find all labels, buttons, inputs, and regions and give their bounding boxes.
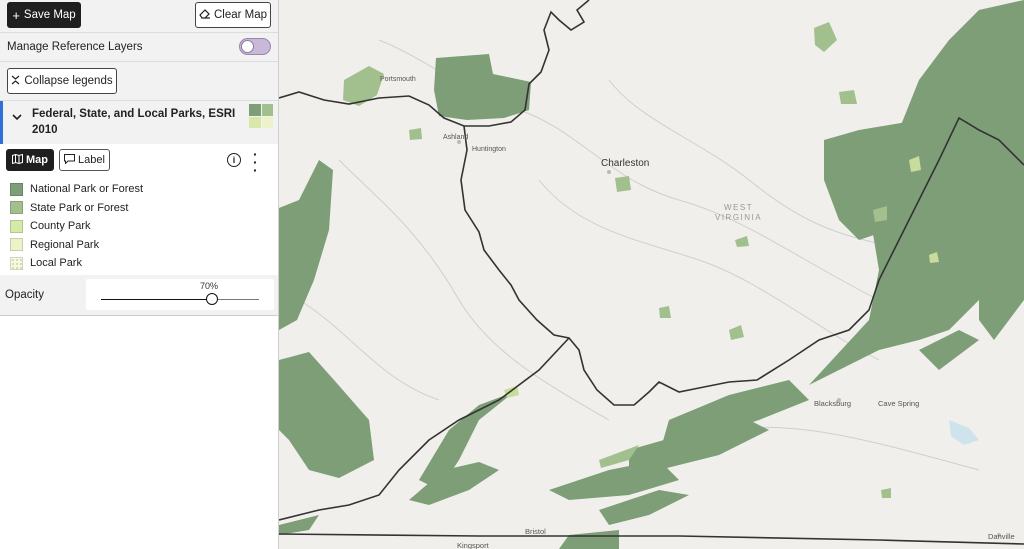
- save-map-button[interactable]: + Save Map: [7, 2, 81, 28]
- map-icon: [12, 153, 23, 167]
- reference-layers-toggle[interactable]: [239, 38, 271, 55]
- opacity-slider-box: 70%: [86, 278, 274, 310]
- tab-map[interactable]: Map: [6, 149, 54, 171]
- toggle-knob: [241, 40, 254, 53]
- opacity-value: 70%: [200, 280, 219, 291]
- legend: National Park or Forest State Park or Fo…: [0, 175, 278, 275]
- map-label-charleston: Charleston: [601, 158, 650, 169]
- info-icon[interactable]: i: [227, 153, 241, 167]
- map-label-blacksburg: Blacksburg: [814, 399, 852, 408]
- more-vertical-icon[interactable]: · · ·: [253, 147, 258, 177]
- layer-title: Federal, State, and Local Parks, ESRI 20…: [32, 108, 236, 136]
- legend-swatch: [10, 238, 23, 252]
- map-label-huntington: Huntington: [472, 146, 506, 153]
- top-toolbar: + Save Map Clear Map: [0, 0, 278, 33]
- layer-header[interactable]: Federal, State, and Local Parks, ESRI 20…: [0, 101, 278, 144]
- map-label-bristol: Bristol: [525, 527, 546, 536]
- comment-icon: [64, 153, 76, 167]
- plus-icon: +: [12, 7, 20, 23]
- opacity-slider[interactable]: [101, 292, 259, 305]
- chevron-down-icon[interactable]: [12, 110, 22, 124]
- opacity-slider-fill: [101, 298, 212, 300]
- legend-item: Local Park: [10, 254, 278, 273]
- eraser-icon: [199, 8, 211, 22]
- map-label-danville: Danville: [988, 532, 1015, 541]
- reference-layers-row: Manage Reference Layers: [0, 33, 278, 62]
- collapse-arrows-icon: [11, 75, 20, 88]
- map-label-ashland: Ashland: [443, 134, 469, 141]
- legend-swatch: [10, 182, 23, 196]
- tab-label[interactable]: Label: [59, 149, 110, 171]
- collapse-legends-button[interactable]: Collapse legends: [7, 68, 117, 94]
- layer-tools: Map Label i · · ·: [0, 144, 278, 177]
- map-label-cave-spring: Cave Spring: [878, 399, 920, 408]
- map-label-state: WEST VIRGINIA: [715, 203, 763, 222]
- legend-item: National Park or Forest: [10, 180, 278, 199]
- side-panel: + Save Map Clear Map Manage Reference La…: [0, 0, 279, 549]
- reference-layers-label: Manage Reference Layers: [7, 41, 143, 53]
- layer-thumbnail-icon: [249, 104, 273, 128]
- opacity-slider-handle[interactable]: [206, 292, 218, 305]
- map-canvas[interactable]: Portsmouth Ashland Huntington Charleston…: [279, 0, 1024, 549]
- collapse-row: Collapse legends: [0, 62, 278, 101]
- map-label-kingsport: Kingsport: [457, 541, 489, 549]
- legend-swatch: [10, 201, 23, 215]
- legend-item: Regional Park: [10, 236, 278, 255]
- legend-swatch: [10, 219, 23, 233]
- legend-swatch: [10, 256, 23, 270]
- legend-item: State Park or Forest: [10, 199, 278, 218]
- map-label-portsmouth: Portsmouth: [380, 76, 416, 83]
- legend-item: County Park: [10, 217, 278, 236]
- opacity-label: Opacity: [5, 288, 44, 301]
- clear-map-button[interactable]: Clear Map: [195, 2, 271, 28]
- opacity-row: Opacity 70%: [0, 274, 278, 316]
